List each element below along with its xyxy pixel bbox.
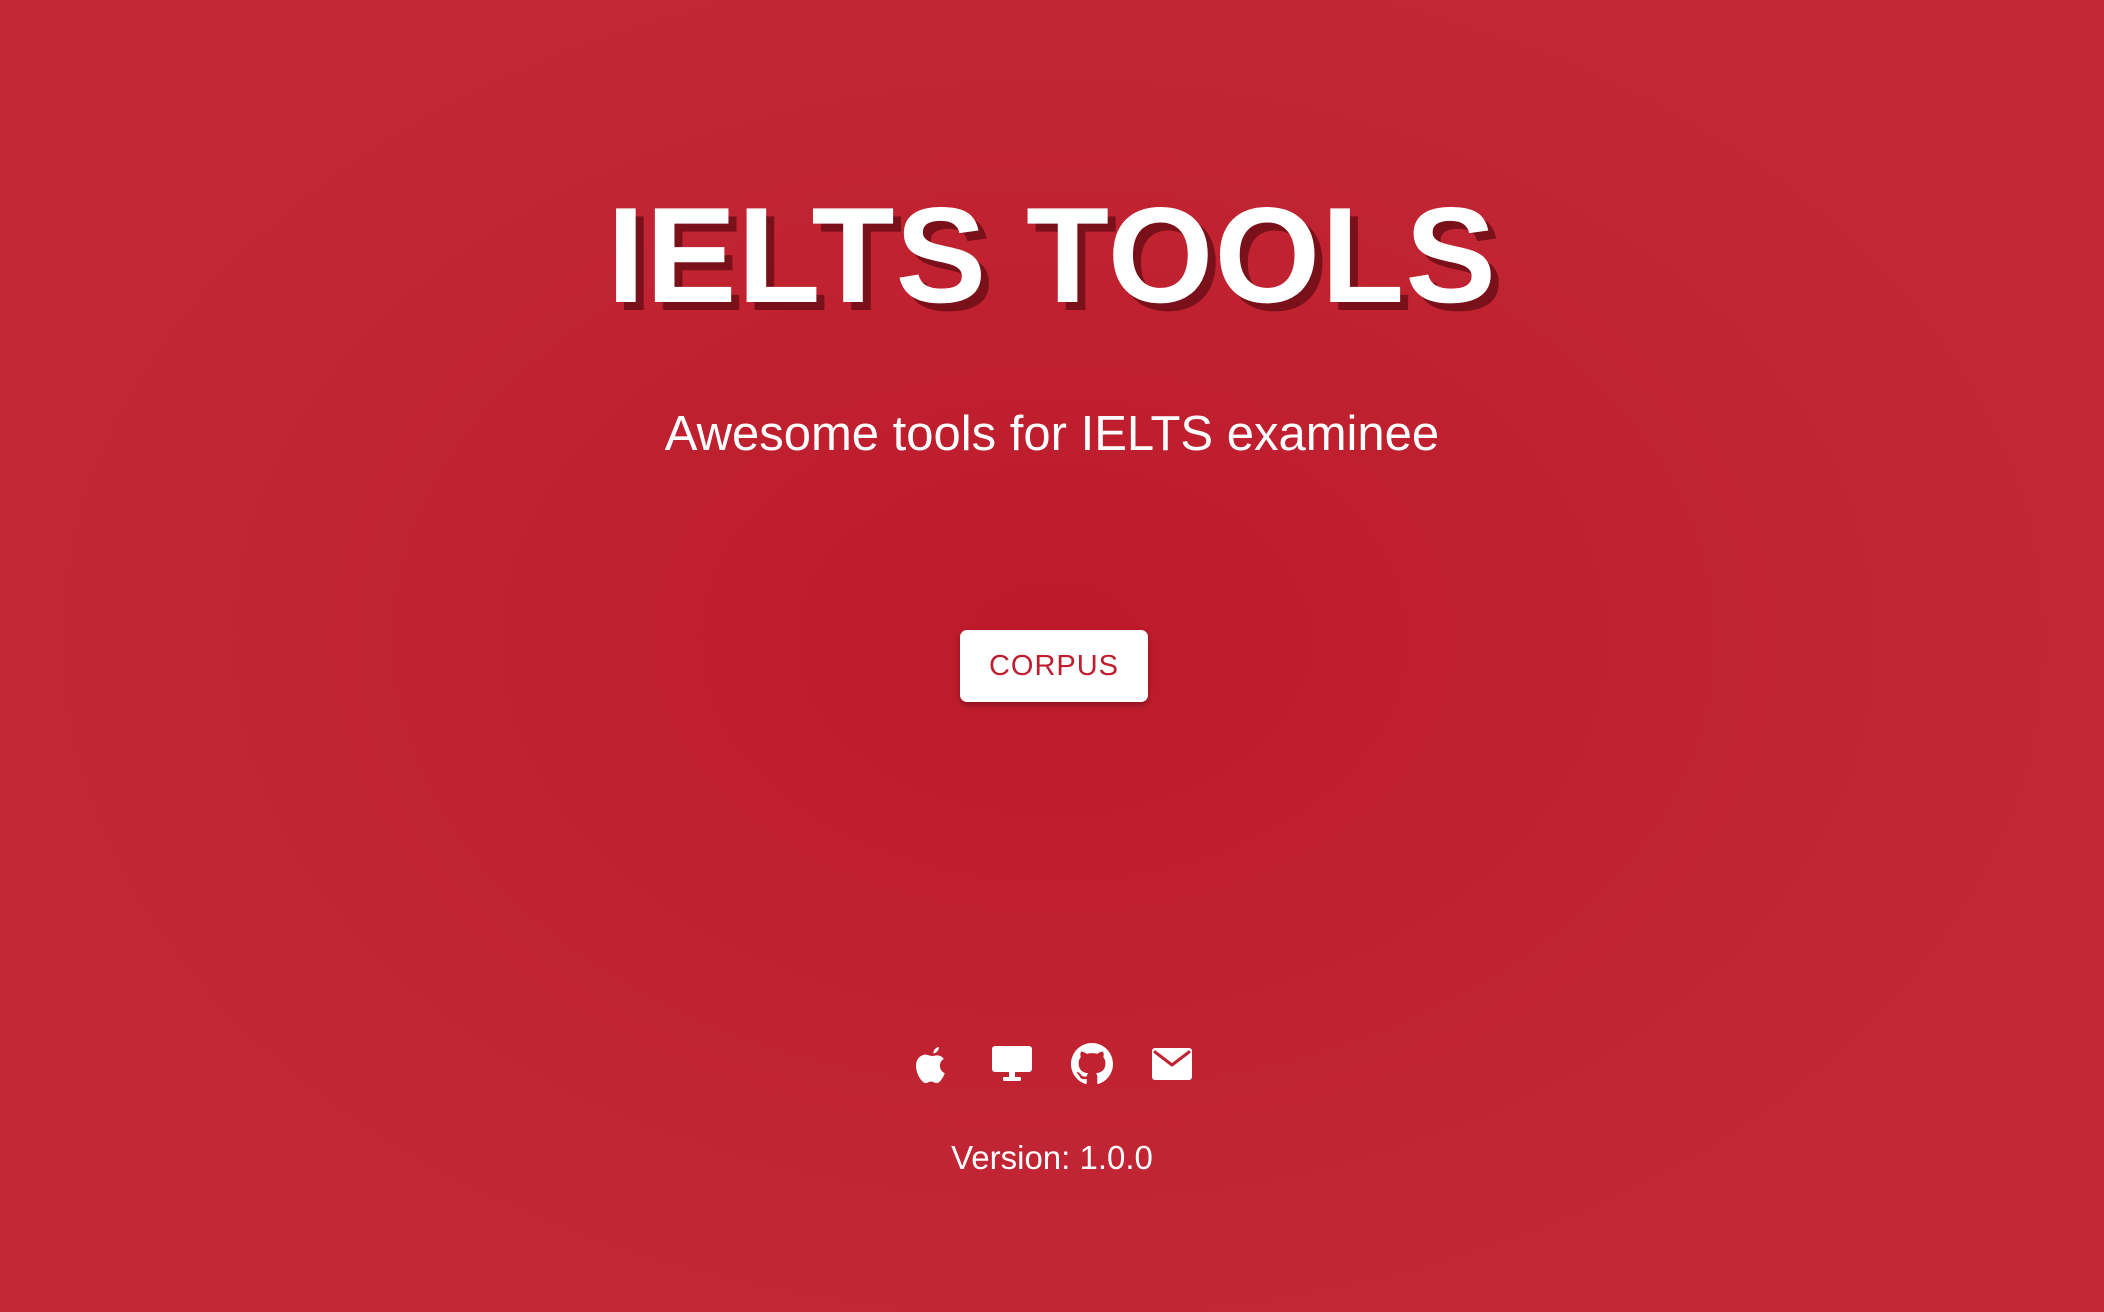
corpus-button[interactable]: CORPUS	[960, 630, 1148, 702]
version-label: Version: 1.0.0	[951, 1139, 1153, 1176]
footer-links	[0, 1040, 2104, 1088]
mail-icon	[1152, 1048, 1192, 1080]
mail-link[interactable]	[1151, 1040, 1193, 1088]
apple-link[interactable]	[911, 1040, 953, 1088]
page-subtitle: Awesome tools for IELTS examinee	[664, 407, 1440, 461]
desktop-icon	[992, 1046, 1032, 1081]
github-icon	[1071, 1043, 1113, 1084]
apple-icon	[916, 1047, 945, 1083]
page-title: IELTS TOOLS	[606, 179, 1498, 331]
github-link[interactable]	[1071, 1040, 1113, 1088]
desktop-link[interactable]	[991, 1040, 1033, 1088]
